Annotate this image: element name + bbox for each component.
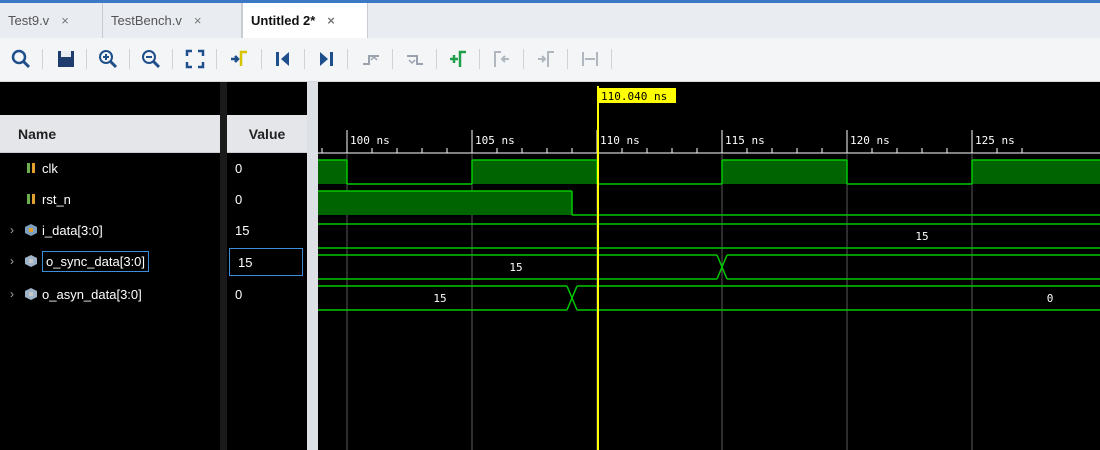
ruler-tick-label: 110 ns [600,134,640,147]
go-to-start-icon[interactable] [272,48,294,70]
tab-untitled-2[interactable]: Untitled 2* × [242,3,368,38]
search-icon[interactable] [10,48,32,70]
bit-signal-icon [27,163,35,173]
signal-value: 0 [235,191,243,207]
previous-marker-icon[interactable] [490,48,512,70]
pane-splitter[interactable] [307,82,318,450]
ruler-tick-label: 100 ns [350,134,390,147]
signal-name: o_sync_data[3:0] [42,250,150,272]
zoom-out-icon[interactable] [140,48,162,70]
add-marker-icon[interactable] [447,48,469,70]
next-transition-icon[interactable] [404,48,426,70]
waveform-canvas[interactable]: 100 ns 105 ns 110 ns 115 ns 120 ns 125 ns 15 1… [318,82,1100,450]
o-asyn-data-value-label: 15 [433,292,446,305]
column-divider[interactable] [220,82,227,450]
ruler-tick-label: 120 ns [850,134,890,147]
close-icon[interactable]: × [61,13,69,28]
signal-row-i-data[interactable]: › i_data[3:0] [0,218,220,242]
o-asyn-data-transition [566,285,578,311]
signal-value-selected[interactable]: 15 [229,248,303,276]
bus-signal-icon [25,255,37,267]
ruler-tick-label: 115 ns [725,134,765,147]
tab-testbench[interactable]: TestBench.v × [103,3,242,38]
signal-name: rst_n [42,191,71,207]
signal-row-clk[interactable]: clk [0,156,220,180]
chevron-right-icon[interactable]: › [10,287,24,301]
ruler-tick-label: 105 ns [475,134,515,147]
tab-label: TestBench.v [111,13,182,28]
zoom-in-icon[interactable] [97,48,119,70]
chevron-right-icon[interactable]: › [10,223,24,237]
save-icon[interactable] [55,48,77,70]
signal-row-rst-n[interactable]: rst_n [0,187,220,211]
go-to-end-icon[interactable] [315,48,337,70]
clk-high [472,160,597,184]
next-marker-icon[interactable] [535,48,557,70]
bus-signal-icon [25,288,37,300]
signal-name: clk [42,160,58,176]
bus-signal-icon [25,224,37,236]
signal-value: 15 [235,222,250,238]
clk-high [722,160,847,184]
tab-bar: Test9.v × TestBench.v × Untitled 2* × [0,0,1100,38]
cursor-time-label: 110.040 ns [601,90,667,103]
swap-cursors-icon[interactable] [579,48,601,70]
rst-n-high [318,191,572,215]
clk-high [318,160,347,184]
close-icon[interactable]: × [194,13,202,28]
previous-transition-icon[interactable] [360,48,382,70]
tab-label: Untitled 2* [251,13,316,28]
value-column-header[interactable]: Value [227,115,307,153]
i-data-value-label: 15 [915,230,928,243]
close-icon[interactable]: × [327,13,335,28]
o-sync-data-value-label: 15 [509,261,522,274]
ruler-tick-label: 125 ns [975,134,1015,147]
clk-high [972,160,1100,184]
bit-signal-icon [27,194,35,204]
toolbar [0,38,1100,82]
signal-name: i_data[3:0] [42,222,103,238]
signal-value: 0 [235,286,243,302]
zoom-fit-icon[interactable] [184,48,206,70]
tab-label: Test9.v [8,13,50,28]
chevron-right-icon[interactable]: › [10,254,24,268]
signal-row-o-asyn-data[interactable]: › o_asyn_data[3:0] [0,282,220,306]
name-column-header[interactable]: Name [0,115,220,153]
signal-value: 0 [235,160,243,176]
o-asyn-data-value-label: 0 [1047,292,1054,305]
tab-test9[interactable]: Test9.v × [0,3,103,38]
signal-row-o-sync-data[interactable]: › o_sync_data[3:0] [0,249,220,273]
signal-name: o_asyn_data[3:0] [42,286,142,302]
go-to-cursor-icon[interactable] [228,48,250,70]
